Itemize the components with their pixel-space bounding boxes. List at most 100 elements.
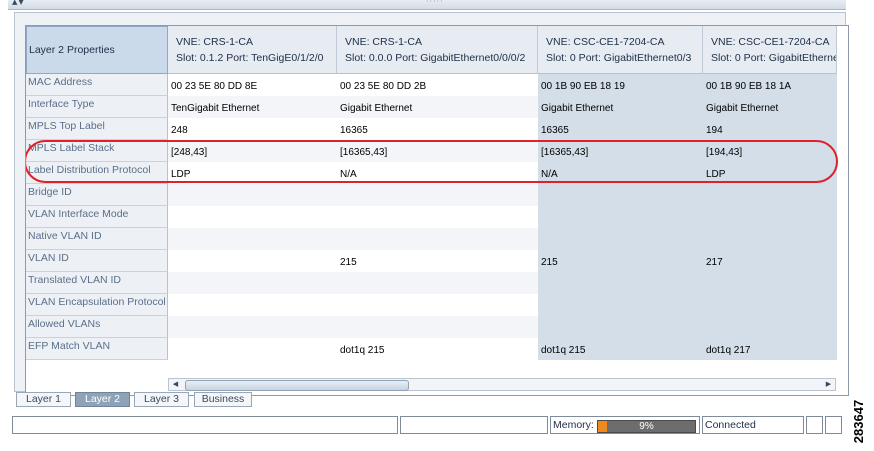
scrollbar-thumb[interactable] [185, 380, 409, 391]
table-row[interactable]: MPLS Top Label 248 16365 16365 194 [26, 118, 837, 140]
table-row[interactable]: Allowed VLANs [26, 316, 837, 338]
status-message-field [12, 416, 398, 434]
table-cell: Gigabit Ethernet [703, 96, 837, 118]
table-cell [703, 228, 837, 250]
row-label: EFP Match VLAN [26, 338, 168, 360]
table-row[interactable]: Translated VLAN ID [26, 272, 837, 294]
table-cell [538, 184, 703, 206]
table-cell: LDP [703, 162, 837, 184]
table-cell [538, 206, 703, 228]
row-label: Native VLAN ID [26, 228, 168, 250]
table-cell: 215 [340, 257, 357, 268]
table-cell: 00 1B 90 EB 18 1A [703, 74, 837, 96]
connection-status: Connected [702, 416, 804, 434]
table-cell [337, 184, 538, 206]
status-slot [825, 416, 842, 434]
table-cell [538, 294, 703, 316]
figure-number: 283647 [851, 399, 867, 444]
table-cell [168, 316, 337, 338]
table-cell: 16365 [538, 118, 703, 140]
row-label: Label Distribution Protocol [26, 162, 168, 184]
row-label: Interface Type [26, 96, 168, 118]
column-header-slot: Slot: 0 Port: GigabitEthernet [711, 52, 837, 64]
table-row[interactable]: MAC Address 00 23 5E 80 DD 8E 00 23 5E 8… [26, 74, 837, 96]
row-label: MAC Address [26, 74, 168, 96]
memory-label: Memory: [553, 419, 594, 431]
column-header-2[interactable]: VNE: CRS-1-CA Slot: 0.0.0 Port: GigabitE… [337, 26, 538, 74]
table-cell [168, 250, 337, 272]
table-row[interactable]: VLAN Interface Mode [26, 206, 837, 228]
scroll-right-arrow-icon[interactable]: ▶ [823, 379, 834, 390]
table-cell [538, 228, 703, 250]
memory-percent: 9% [639, 421, 654, 432]
table-cell: [16365,43] [538, 140, 703, 162]
table-cell: dot1q 217 [703, 338, 837, 360]
column-header-4[interactable]: VNE: CSC-CE1-7204-CA Slot: 0 Port: Gigab… [703, 26, 837, 74]
table-cell: 00 23 5E 80 DD 8E [171, 81, 258, 92]
table-cell [168, 272, 337, 294]
horizontal-scrollbar[interactable]: ◀ ▶ [168, 378, 836, 391]
row-label: VLAN Interface Mode [26, 206, 168, 228]
column-header-vne: VNE: CRS-1-CA [176, 36, 254, 48]
table-row[interactable]: MPLS Label Stack [248,43] [16365,43] [16… [26, 140, 837, 162]
column-header-3[interactable]: VNE: CSC-CE1-7204-CA Slot: 0 Port: Gigab… [538, 26, 703, 74]
properties-panel: Layer 2 Properties VNE: CRS-1-CA Slot: 0… [14, 12, 849, 396]
splitter-grip-icon[interactable]: ····· [426, 0, 444, 6]
tab-layer-2[interactable]: Layer 2 [75, 392, 130, 407]
tab-business[interactable]: Business [194, 392, 252, 407]
table-cell [337, 294, 538, 316]
table-cell: Gigabit Ethernet [337, 96, 538, 118]
row-label: MPLS Top Label [26, 118, 168, 140]
table-grid: Layer 2 Properties VNE: CRS-1-CA Slot: 0… [26, 26, 838, 371]
column-header-slot: Slot: 0.1.2 Port: TenGigE0/1/2/0 [176, 52, 324, 64]
table-cell: 217 [703, 250, 837, 272]
table-cell: TenGigabit Ethernet [168, 96, 337, 118]
table-row[interactable]: Bridge ID [26, 184, 837, 206]
table-row[interactable]: VLAN Encapsulation Protocol [26, 294, 837, 316]
table-cell: 00 23 5E 80 DD 2B [340, 81, 427, 92]
table-cell [703, 272, 837, 294]
column-header-1[interactable]: VNE: CRS-1-CA Slot: 0.1.2 Port: TenGigE0… [168, 26, 337, 74]
row-label: Allowed VLANs [26, 316, 168, 338]
table-cell: dot1q 215 [340, 345, 385, 356]
table-row[interactable]: EFP Match VLAN dot1q 215 dot1q 215 dot1q… [26, 338, 837, 360]
table-cell: 194 [703, 118, 837, 140]
table-row[interactable]: Native VLAN ID [26, 228, 837, 250]
tab-layer-1[interactable]: Layer 1 [16, 392, 71, 407]
table-cell: dot1q 215 [538, 338, 703, 360]
collapse-arrows-icon[interactable]: ▲▼ [12, 0, 25, 6]
table-cell: [248,43] [168, 140, 337, 162]
row-label: Bridge ID [26, 184, 168, 206]
table-cell [337, 272, 538, 294]
table-header-row: Layer 2 Properties VNE: CRS-1-CA Slot: 0… [26, 26, 837, 74]
table-cell: [194,43] [703, 140, 837, 162]
status-slot [806, 416, 823, 434]
table-cell [337, 316, 538, 338]
table-cell: 248 [171, 125, 188, 136]
table-cell: LDP [171, 169, 191, 180]
header-properties-label: Layer 2 Properties [26, 26, 168, 74]
memory-indicator: Memory: 9% [550, 416, 700, 434]
row-label: VLAN ID [26, 250, 168, 272]
table-cell [538, 272, 703, 294]
figure-id-label: 283647 [847, 398, 874, 448]
table-cell [168, 294, 337, 316]
table-cell: Gigabit Ethernet [538, 96, 703, 118]
table-row[interactable]: Label Distribution Protocol LDP N/A N/A … [26, 162, 837, 184]
table-cell [168, 184, 337, 206]
table-cell [337, 206, 538, 228]
table-cell [703, 184, 837, 206]
row-label: VLAN Encapsulation Protocol [26, 294, 168, 316]
column-header-slot: Slot: 0.0.0 Port: GigabitEthernet0/0/0/2 [345, 52, 526, 64]
table-cell [538, 316, 703, 338]
collapse-bar[interactable]: ▲▼ ····· [8, 0, 846, 10]
tab-layer-3[interactable]: Layer 3 [134, 392, 189, 407]
column-header-vne: VNE: CRS-1-CA [345, 36, 423, 48]
app-window: ▲▼ ····· Layer 2 Properties VNE: CRS-1-C… [0, 0, 849, 451]
column-header-vne: VNE: CSC-CE1-7204-CA [546, 36, 665, 48]
table-row[interactable]: VLAN ID 215 215 217 [26, 250, 837, 272]
scroll-left-arrow-icon[interactable]: ◀ [170, 379, 181, 390]
table-cell: 215 [538, 250, 703, 272]
row-label: MPLS Label Stack [26, 140, 168, 162]
table-row[interactable]: Interface Type TenGigabit Ethernet Gigab… [26, 96, 837, 118]
